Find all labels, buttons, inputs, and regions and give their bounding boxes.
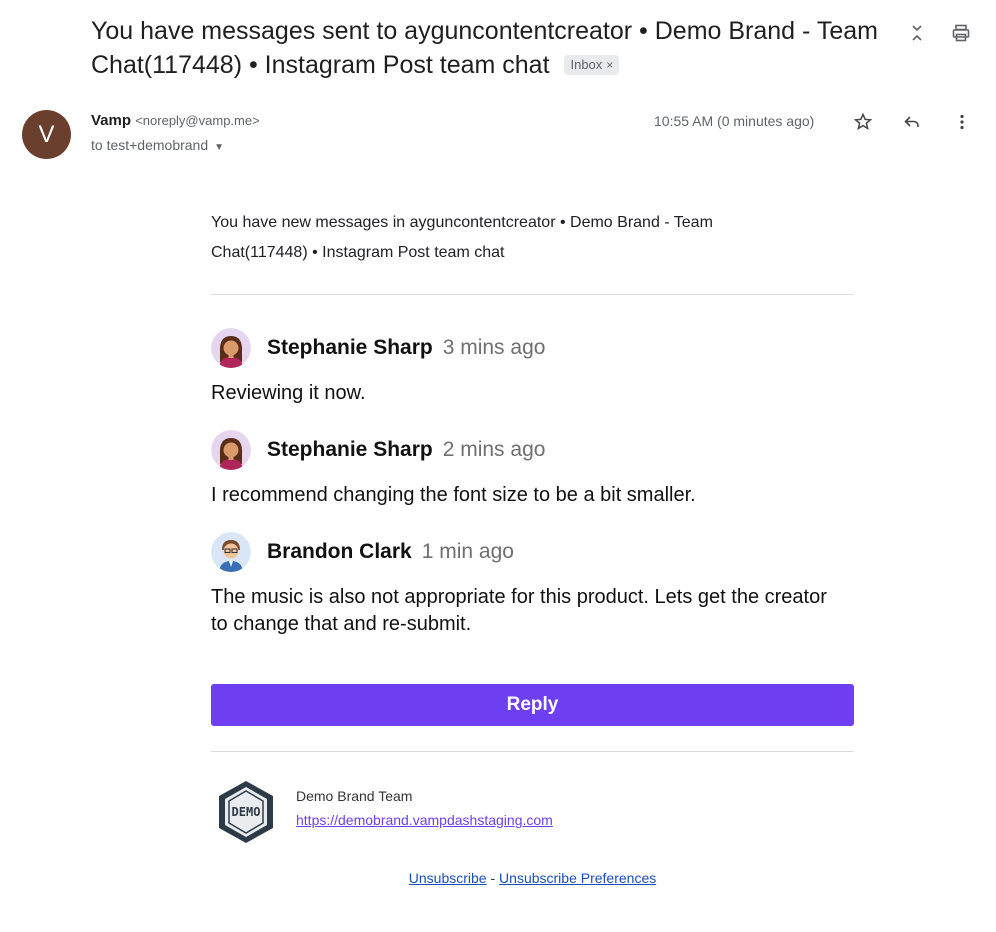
user-avatar: [211, 532, 251, 572]
brand-url-link[interactable]: https://demobrand.vampdashstaging.com: [296, 812, 553, 828]
remove-label-icon[interactable]: ×: [606, 58, 613, 72]
message-time: 3 mins ago: [442, 336, 546, 359]
print-icon[interactable]: [948, 20, 974, 46]
message-author: Brandon Clark: [267, 540, 412, 563]
subject-text: You have messages sent to ayguncontentcr…: [91, 17, 878, 79]
brand-name: Demo Brand Team: [296, 788, 413, 804]
message-text: I recommend changing the font size to be…: [211, 484, 696, 506]
reply-button[interactable]: Reply: [211, 684, 854, 726]
email-subject: You have messages sent to ayguncontentcr…: [91, 14, 891, 82]
divider: [211, 294, 854, 295]
message-text: Reviewing it now.: [211, 382, 366, 404]
user-avatar: [211, 328, 251, 368]
message-header: Stephanie Sharp 3 mins ago: [211, 328, 545, 368]
message-author: Stephanie Sharp: [267, 438, 433, 461]
reply-icon[interactable]: [899, 109, 925, 135]
unsubscribe-link[interactable]: Unsubscribe: [409, 870, 487, 886]
sender-name[interactable]: Vamp: [91, 112, 131, 129]
footer-separator: -: [490, 870, 496, 886]
chevron-down-icon[interactable]: ▼: [214, 142, 224, 153]
star-icon[interactable]: [850, 109, 876, 135]
demo-brand-logo: DEMO: [215, 779, 277, 845]
recipient-text: to test+demobrand: [91, 137, 209, 153]
message-header: Brandon Clark 1 min ago: [211, 532, 514, 572]
sender-initial: V: [38, 120, 55, 148]
message-time: 2 mins ago: [442, 438, 546, 461]
sender-line: Vamp <noreply@vamp.me>: [91, 112, 260, 130]
recipient-details[interactable]: to test+demobrand ▼: [91, 137, 224, 153]
inbox-label-text: Inbox: [570, 57, 603, 72]
divider: [211, 751, 854, 752]
email-timestamp: 10:55 AM (0 minutes ago): [654, 113, 815, 129]
message-text: The music is also not appropriate for th…: [211, 586, 827, 635]
unsubscribe-footer: Unsubscribe - Unsubscribe Preferences: [211, 870, 854, 886]
more-vert-icon[interactable]: [949, 109, 975, 135]
collapse-icon[interactable]: [904, 20, 930, 46]
intro-text: You have new messages in ayguncontentcre…: [211, 214, 713, 261]
unsubscribe-preferences-link[interactable]: Unsubscribe Preferences: [499, 870, 656, 886]
sender-email: <noreply@vamp.me>: [135, 113, 260, 128]
sender-avatar: V: [22, 110, 71, 159]
message-header: Stephanie Sharp 2 mins ago: [211, 430, 545, 470]
logo-text: DEMO: [232, 805, 261, 819]
message-time: 1 min ago: [421, 540, 514, 563]
message-author: Stephanie Sharp: [267, 336, 433, 359]
user-avatar: [211, 430, 251, 470]
inbox-label-chip[interactable]: Inbox ×: [564, 55, 620, 75]
